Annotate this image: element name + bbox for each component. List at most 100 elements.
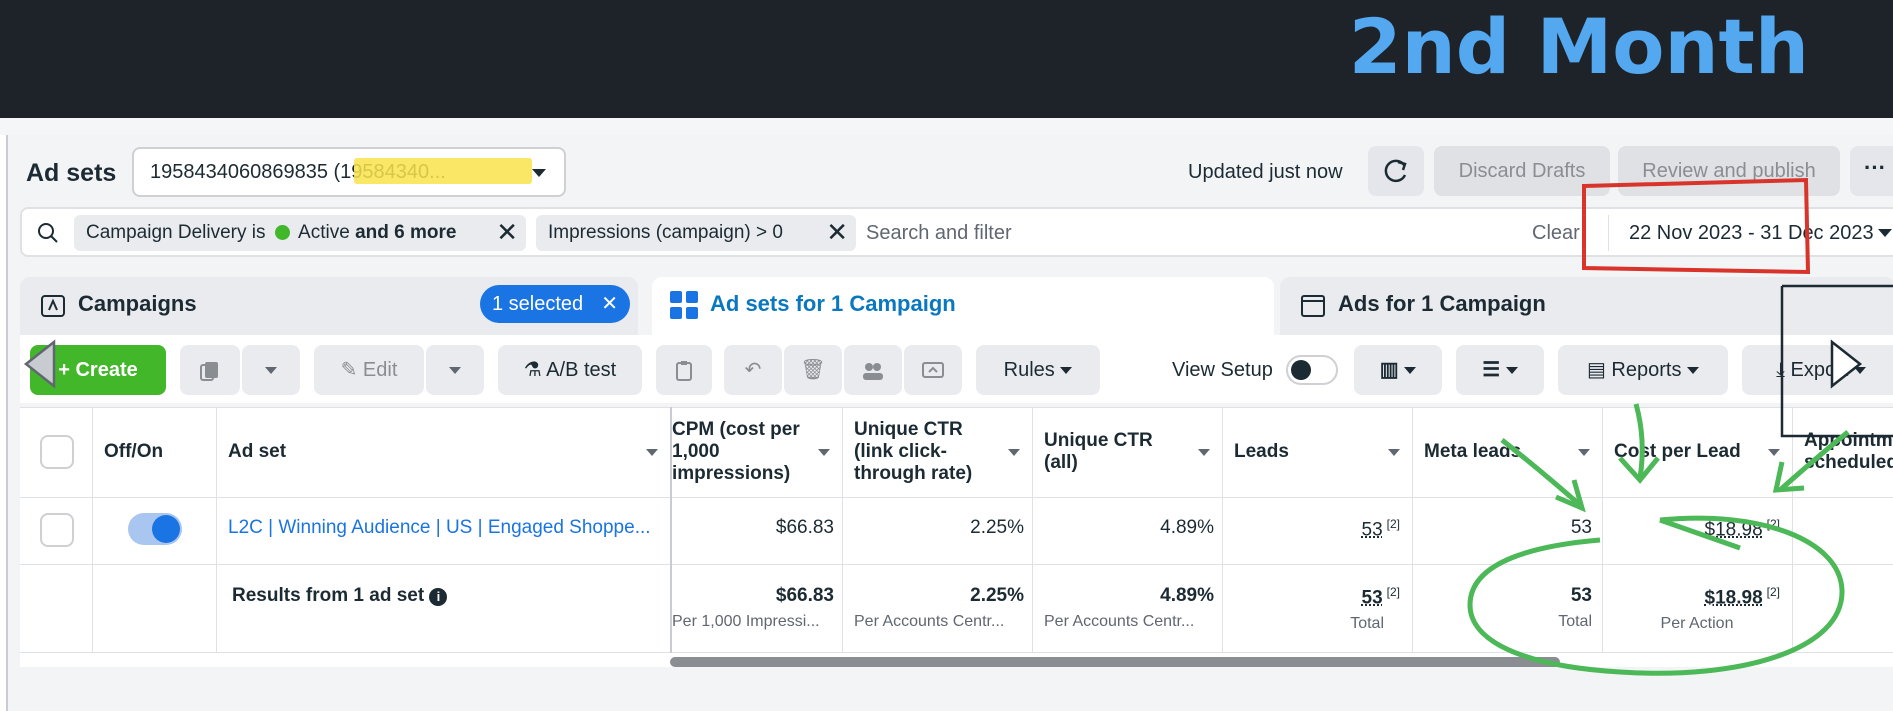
reports-button[interactable]: ▤ Reports — [1558, 345, 1728, 395]
adset-name-link[interactable]: L2C | Winning Audience | US | Engaged Sh… — [228, 517, 668, 539]
clipboard-button[interactable] — [656, 345, 712, 395]
discard-drafts-button[interactable]: Discard Drafts — [1434, 146, 1610, 196]
filter-chip-impressions[interactable]: Impressions (campaign) > 0 ✕ — [536, 215, 856, 251]
column-header-ad-set[interactable]: Ad set — [228, 407, 668, 497]
row-unique-ctr-all: 4.89% — [1160, 517, 1214, 538]
tab-ads[interactable]: Ads for 1 Campaign — [1280, 277, 1893, 335]
column-header-meta-leads[interactable]: Meta leads — [1424, 407, 1600, 497]
chevron-down-icon — [1060, 367, 1073, 375]
chevron-down-icon — [449, 367, 461, 375]
tab-adsets[interactable]: Ad sets for 1 Campaign — [652, 277, 1274, 335]
column-header-cost-per-lead[interactable]: Cost per Lead — [1614, 407, 1790, 497]
ab-test-label: A/B test — [546, 359, 617, 381]
view-setup-label: View Setup — [1172, 359, 1273, 381]
select-all-checkbox[interactable] — [40, 435, 74, 469]
search-filter-bar: Campaign Delivery is Active and 6 more ✕… — [20, 207, 1893, 257]
row-cost-per-lead: $18.98 [2] — [1704, 517, 1780, 541]
row-unique-ctr-link: 2.25% — [970, 517, 1024, 538]
rules-button[interactable]: Rules — [976, 345, 1100, 395]
column-header-unique-ctr-link[interactable]: Unique CTR (link click-through rate) — [854, 407, 1030, 497]
redaction-highlight — [354, 158, 532, 184]
tab-campaigns[interactable]: Campaigns 1 selected ✕ — [20, 277, 638, 335]
rules-label: Rules — [1003, 359, 1055, 381]
delete-button[interactable]: 🗑 — [784, 345, 842, 395]
edit-dropdown[interactable] — [426, 345, 484, 395]
filter-chip-label: Impressions (campaign) > 0 — [548, 222, 783, 243]
audience-button[interactable] — [844, 345, 902, 395]
people-icon — [863, 362, 883, 380]
updated-status: Updated just now — [1188, 161, 1343, 183]
adsets-table: Off/On Ad set CPM (cost per 1,000 impres… — [20, 407, 1893, 667]
column-header-off-on: Off/On — [104, 441, 164, 462]
summary-cost-per-lead: $18.98 [2] Per Action — [1660, 585, 1780, 633]
video-banner: 2nd Month — [0, 0, 1893, 118]
ab-test-button[interactable]: ⚗ A/B test — [498, 345, 642, 395]
column-header-leads[interactable]: Leads — [1234, 407, 1410, 497]
pencil-icon: ✎ — [340, 359, 363, 381]
ads-manager: Ad sets 1958434060869835 (19584340... Up… — [6, 135, 1893, 711]
chevron-down-icon — [1404, 367, 1417, 375]
close-icon[interactable]: ✕ — [496, 215, 518, 249]
row-cpm: $66.83 — [775, 517, 834, 538]
selected-count-label: 1 selected — [492, 293, 584, 315]
row-checkbox[interactable] — [40, 513, 74, 547]
chevron-down-icon — [1878, 229, 1892, 237]
info-icon[interactable]: i — [429, 588, 448, 606]
chevron-down-icon — [1687, 367, 1700, 375]
chevron-down-icon — [1768, 449, 1780, 456]
selected-count-badge[interactable]: 1 selected ✕ — [480, 285, 630, 323]
search-input[interactable]: Search and filter — [866, 222, 1012, 245]
ad-window-icon — [1301, 295, 1325, 317]
undo-icon: ↶ — [744, 359, 762, 381]
active-status-dot — [274, 225, 290, 240]
chevron-down-icon — [1198, 449, 1210, 456]
banner-title: 2nd Month — [1348, 2, 1809, 91]
summary-cpm: $66.83 Per 1,000 Impressi... — [672, 585, 834, 630]
filter-chip-status: Active — [298, 222, 350, 243]
clipboard-icon — [676, 360, 692, 381]
horizontal-scrollbar[interactable] — [670, 657, 1560, 667]
chevron-down-icon — [265, 367, 277, 375]
export-button[interactable]: ⤓ Export — [1742, 345, 1893, 395]
column-header-unique-ctr-all[interactable]: Unique CTR (all) — [1044, 407, 1220, 497]
close-icon[interactable]: ✕ — [826, 215, 848, 249]
toolbar: + Create ✎ Edit ⚗ A/B test ↶ 🗑 Rules Vie… — [20, 335, 1893, 403]
date-range-picker[interactable]: 22 Nov 2023 - 31 Dec 2023 — [1608, 215, 1893, 251]
breakdown-button[interactable]: ☰ — [1456, 345, 1544, 395]
download-icon: ⤓ — [1776, 359, 1791, 381]
chevron-down-icon — [532, 169, 546, 177]
adset-on-off-toggle[interactable] — [128, 513, 182, 545]
clear-filters-link[interactable]: Clear — [1532, 222, 1580, 245]
date-range-label: 22 Nov 2023 - 31 Dec 2023 — [1629, 222, 1874, 244]
filter-chip-more: and 6 more — [355, 222, 457, 243]
column-header-appointments[interactable]: Appointm scheduled — [1804, 407, 1893, 497]
preview-icon — [922, 361, 944, 378]
tab-campaigns-label: Campaigns — [78, 291, 197, 316]
chevron-down-icon — [1505, 367, 1518, 375]
chevron-down-icon — [1008, 449, 1020, 456]
summary-leads: 53 [2] Total — [1350, 585, 1400, 633]
reports-icon: ▤ — [1586, 359, 1612, 381]
row-meta-leads: 53 — [1570, 517, 1592, 538]
previous-arrow-icon[interactable] — [22, 338, 58, 390]
filter-chip-label: Campaign Delivery is — [86, 222, 266, 243]
filter-chip-delivery[interactable]: Campaign Delivery is Active and 6 more ✕ — [74, 215, 526, 251]
refresh-button[interactable] — [1368, 146, 1424, 196]
breakdown-icon: ☰ — [1482, 359, 1501, 381]
create-label: Create — [75, 359, 138, 381]
duplicate-dropdown[interactable] — [242, 345, 300, 395]
column-header-cpm[interactable]: CPM (cost per 1,000 impressions) — [672, 407, 840, 497]
chevron-down-icon — [1388, 449, 1400, 456]
view-setup-toggle[interactable] — [1286, 355, 1338, 385]
preview-button[interactable] — [904, 345, 962, 395]
columns-button[interactable]: ▥ — [1354, 345, 1442, 395]
close-icon[interactable]: ✕ — [601, 285, 618, 323]
undo-button[interactable]: ↶ — [724, 345, 782, 395]
edit-button[interactable]: ✎ Edit — [314, 345, 424, 395]
next-arrow-icon[interactable] — [1828, 338, 1864, 390]
more-options-button[interactable]: ··· — [1850, 146, 1893, 196]
refresh-icon — [1384, 159, 1407, 183]
campaign-icon — [41, 295, 65, 317]
review-publish-button[interactable]: Review and publish — [1618, 146, 1840, 196]
duplicate-button[interactable] — [180, 345, 240, 395]
